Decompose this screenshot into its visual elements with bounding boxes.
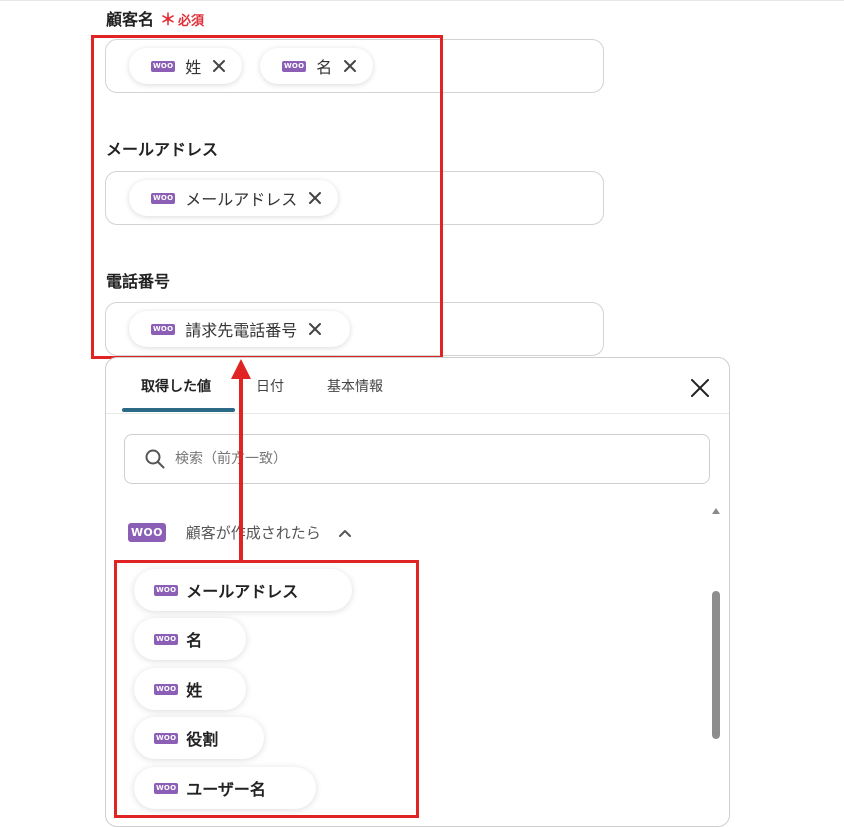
tab-divider <box>106 413 729 414</box>
active-tab-indicator <box>122 408 235 412</box>
search-icon <box>145 449 165 469</box>
required-badge: 必須 <box>178 14 205 29</box>
tab-basic-info[interactable]: 基本情報 <box>327 376 383 396</box>
required-star: ＊ <box>160 10 177 29</box>
arrow-up-icon <box>239 378 243 562</box>
arrow-head <box>231 359 251 379</box>
customer-name-label-text: 顧客名 <box>106 10 155 29</box>
top-divider <box>0 0 844 1</box>
scrollbar-thumb[interactable] <box>712 591 720 739</box>
search-box[interactable] <box>124 434 710 484</box>
group-title: 顧客が作成されたら <box>185 524 321 542</box>
highlight-box-fields <box>91 35 443 359</box>
customer-name-label: 顧客名 ＊必須 <box>106 6 204 30</box>
close-icon[interactable] <box>689 377 711 399</box>
woo-logo: WOO <box>128 523 166 542</box>
highlight-box-items <box>114 560 419 818</box>
tab-date[interactable]: 日付 <box>256 376 284 396</box>
search-input[interactable] <box>173 450 657 468</box>
scroll-up-arrow[interactable] <box>712 508 720 514</box>
chevron-up-icon[interactable] <box>337 525 353 541</box>
tab-acquired-values[interactable]: 取得した値 <box>141 376 211 396</box>
